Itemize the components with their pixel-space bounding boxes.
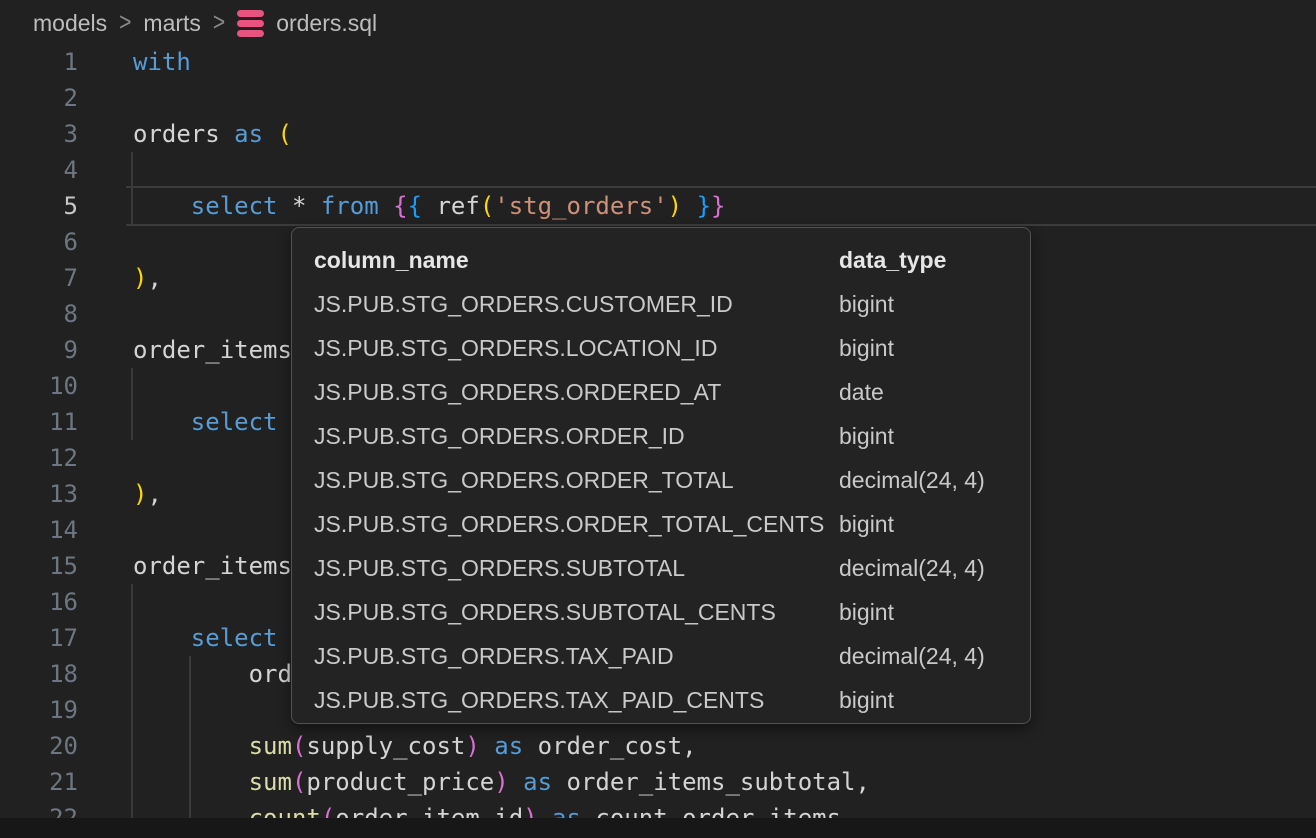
column-name-cell: JS.PUB.STG_ORDERS.LOCATION_ID [314, 335, 839, 362]
data-type-header: data_type [839, 247, 946, 274]
breadcrumb-item-file[interactable]: orders.sql [276, 10, 377, 37]
bottom-panel-edge [0, 818, 1316, 838]
line-number: 11 [0, 404, 78, 440]
line-number: 18 [0, 656, 78, 692]
line-number: 3 [0, 116, 78, 152]
line-number: 14 [0, 512, 78, 548]
column-name-cell: JS.PUB.STG_ORDERS.SUBTOTAL_CENTS [314, 599, 839, 626]
breadcrumb-separator-icon: > [213, 8, 225, 38]
column-row: JS.PUB.STG_ORDERS.SUBTOTALdecimal(24, 4) [292, 546, 1030, 590]
code-line[interactable]: 1 with [0, 44, 1316, 80]
column-name-cell: JS.PUB.STG_ORDERS.ORDER_TOTAL [314, 467, 839, 494]
line-number: 2 [0, 80, 78, 116]
line-number: 21 [0, 764, 78, 800]
line-number: 4 [0, 152, 78, 188]
line-number: 5 [0, 188, 78, 224]
line-number: 10 [0, 368, 78, 404]
column-name-cell: JS.PUB.STG_ORDERS.ORDERED_AT [314, 379, 839, 406]
line-number: 16 [0, 584, 78, 620]
line-number: 1 [0, 44, 78, 80]
data-type-cell: bigint [839, 599, 894, 626]
breadcrumb: models > marts > orders.sql [0, 0, 1316, 46]
code-text: select [133, 404, 278, 440]
code-text: order_items [133, 332, 292, 368]
code-text: with [133, 44, 191, 80]
code-line[interactable]: 4 [0, 152, 1316, 188]
line-number: 13 [0, 476, 78, 512]
code-line[interactable]: 2 [0, 80, 1316, 116]
column-name-cell: JS.PUB.STG_ORDERS.ORDER_ID [314, 423, 839, 450]
code-line[interactable]: 5 select * from {{ ref('stg_orders') }} [0, 188, 1316, 224]
line-number: 19 [0, 692, 78, 728]
line-number: 15 [0, 548, 78, 584]
column-row: JS.PUB.STG_ORDERS.LOCATION_IDbigint [292, 326, 1030, 370]
code-line[interactable]: 20 sum(supply_cost) as order_cost, [0, 728, 1316, 764]
code-text: sum(product_price) as order_items_subtot… [133, 764, 870, 800]
data-type-cell: decimal(24, 4) [839, 467, 985, 494]
code-text: order_items [133, 548, 292, 584]
code-text: orders as ( [133, 116, 292, 152]
data-type-cell: bigint [839, 423, 894, 450]
column-row: JS.PUB.STG_ORDERS.ORDERED_ATdate [292, 370, 1030, 414]
code-text: ord [133, 656, 292, 692]
line-number: 20 [0, 728, 78, 764]
line-number: 8 [0, 296, 78, 332]
editor-window: models > marts > orders.sql 1 with 23 order… [0, 0, 1316, 838]
code-text: select [133, 620, 278, 656]
column-row: JS.PUB.STG_ORDERS.TAX_PAIDdecimal(24, 4) [292, 634, 1030, 678]
breadcrumb-item-models[interactable]: models [33, 10, 107, 37]
code-line[interactable]: 3 orders as ( [0, 116, 1316, 152]
column-row: JS.PUB.STG_ORDERS.ORDER_IDbigint [292, 414, 1030, 458]
column-row: JS.PUB.STG_ORDERS.CUSTOMER_IDbigint [292, 282, 1030, 326]
column-name-cell: JS.PUB.STG_ORDERS.CUSTOMER_ID [314, 291, 839, 318]
line-number: 17 [0, 620, 78, 656]
code-text: select * from {{ ref('stg_orders') }} [133, 188, 725, 224]
line-number: 12 [0, 440, 78, 476]
line-number: 7 [0, 260, 78, 296]
line-number: 9 [0, 332, 78, 368]
column-name-cell: JS.PUB.STG_ORDERS.SUBTOTAL [314, 555, 839, 582]
popup-rows: JS.PUB.STG_ORDERS.CUSTOMER_IDbigintJS.PU… [292, 282, 1030, 722]
data-type-cell: bigint [839, 335, 894, 362]
column-info-popup: column_name data_type JS.PUB.STG_ORDERS.… [291, 227, 1031, 724]
column-row: JS.PUB.STG_ORDERS.TAX_PAID_CENTSbigint [292, 678, 1030, 722]
data-type-cell: date [839, 379, 884, 406]
data-type-cell: bigint [839, 687, 894, 714]
data-type-cell: bigint [839, 511, 894, 538]
data-type-cell: bigint [839, 291, 894, 318]
code-text: sum(supply_cost) as order_cost, [133, 728, 697, 764]
breadcrumb-item-marts[interactable]: marts [143, 10, 201, 37]
code-line[interactable]: 21 sum(product_price) as order_items_sub… [0, 764, 1316, 800]
data-type-cell: decimal(24, 4) [839, 555, 985, 582]
code-text: ), [133, 260, 162, 296]
column-name-header: column_name [314, 247, 839, 274]
line-number: 6 [0, 224, 78, 260]
popup-header-row: column_name data_type [292, 238, 1030, 282]
code-text: ), [133, 476, 162, 512]
breadcrumb-separator-icon: > [119, 8, 131, 38]
column-row: JS.PUB.STG_ORDERS.ORDER_TOTAL_CENTSbigin… [292, 502, 1030, 546]
column-row: JS.PUB.STG_ORDERS.SUBTOTAL_CENTSbigint [292, 590, 1030, 634]
database-icon [237, 8, 264, 38]
data-type-cell: decimal(24, 4) [839, 643, 985, 670]
column-name-cell: JS.PUB.STG_ORDERS.TAX_PAID [314, 643, 839, 670]
column-row: JS.PUB.STG_ORDERS.ORDER_TOTALdecimal(24,… [292, 458, 1030, 502]
column-name-cell: JS.PUB.STG_ORDERS.ORDER_TOTAL_CENTS [314, 511, 839, 538]
column-name-cell: JS.PUB.STG_ORDERS.TAX_PAID_CENTS [314, 687, 839, 714]
